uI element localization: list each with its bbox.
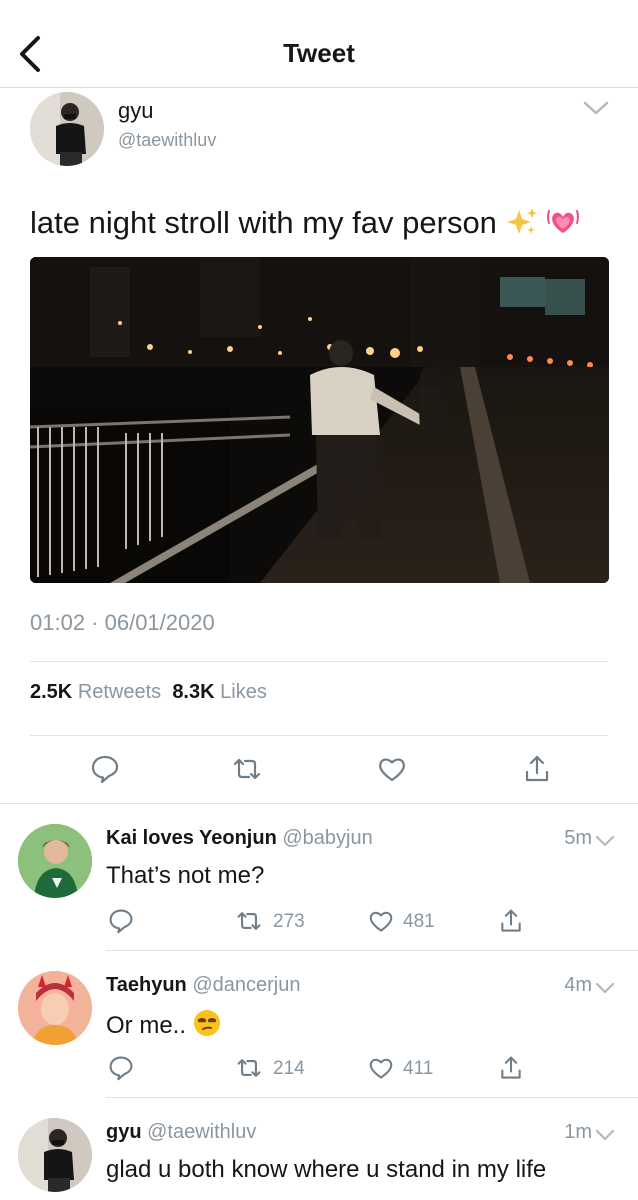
tweet-media-photo[interactable] — [30, 257, 609, 583]
reply-text: glad u both know where u stand in my lif… — [106, 1156, 547, 1183]
divider — [30, 661, 608, 662]
like-icon[interactable] — [368, 1055, 394, 1081]
reply-author-handle[interactable]: @babyjun — [282, 827, 372, 849]
likes-label[interactable]: Likes — [220, 681, 267, 703]
retweet-count: 273 — [273, 911, 305, 932]
retweet-icon[interactable] — [236, 908, 262, 934]
chevron-down-icon[interactable] — [594, 833, 616, 849]
tweet-timestamp: 01:02 · 06/01/2020 — [30, 610, 215, 635]
reply-icon[interactable] — [90, 754, 120, 784]
chevron-down-icon[interactable] — [594, 1127, 616, 1143]
likes-count[interactable]: 8.3K — [172, 681, 214, 703]
avatar[interactable] — [18, 971, 92, 1045]
avatar[interactable] — [18, 1118, 92, 1192]
reply-timestamp: 5m — [564, 827, 592, 849]
like-count: 481 — [403, 911, 435, 932]
page-title: Tweet — [283, 38, 355, 68]
chevron-down-icon[interactable] — [582, 98, 610, 118]
tweet-action-bar — [0, 750, 638, 790]
reply-author[interactable]: Kai loves Yeonjun @babyjun — [106, 827, 373, 850]
reply-icon[interactable] — [108, 908, 134, 934]
share-icon[interactable] — [522, 754, 552, 784]
avatar[interactable] — [30, 92, 104, 166]
reply-author-name[interactable]: Kai loves Yeonjun — [106, 827, 277, 849]
reply-author-handle[interactable]: @taewithluv — [147, 1121, 256, 1143]
chevron-down-icon[interactable] — [594, 980, 616, 996]
reply-item[interactable]: Kai loves Yeonjun @babyjun 5m That’s not… — [0, 804, 638, 950]
sparkles-emoji — [506, 208, 537, 234]
reply-action-bar: 214 411 — [0, 1055, 638, 1087]
reply-action-bar: 273 481 — [0, 908, 638, 940]
retweet-icon[interactable] — [232, 754, 262, 784]
reply-author-name[interactable]: gyu — [106, 1121, 142, 1143]
tweet-text: late night stroll with my fav person — [30, 205, 580, 241]
retweets-label[interactable]: Retweets — [78, 681, 161, 703]
like-count: 411 — [403, 1058, 434, 1079]
reply-timestamp: 1m — [564, 1121, 592, 1143]
reply-item[interactable]: gyu @taewithluv 1m glad u both know wher… — [0, 1098, 638, 1200]
author-name[interactable]: gyu — [118, 98, 153, 124]
share-icon[interactable] — [498, 908, 524, 934]
reply-text: That’s not me? — [106, 862, 265, 889]
retweet-icon[interactable] — [236, 1055, 262, 1081]
tweet-author: gyu @taewithluv — [30, 92, 610, 166]
reply-item[interactable]: Taehyun @dancerjun 4m Or me.. 214 411 — [0, 951, 638, 1097]
share-icon[interactable] — [498, 1055, 524, 1081]
reply-author[interactable]: gyu @taewithluv — [106, 1121, 256, 1144]
avatar[interactable] — [18, 824, 92, 898]
reply-author-name[interactable]: Taehyun — [106, 974, 187, 996]
retweet-count: 214 — [273, 1058, 305, 1079]
retweet-count[interactable]: 2.5K — [30, 681, 72, 703]
top-bar: Tweet — [0, 0, 638, 88]
reply-body: Or me.. — [106, 1012, 187, 1039]
divider — [30, 735, 608, 736]
author-handle[interactable]: @taewithluv — [118, 130, 216, 151]
tweet-body: late night stroll with my fav person — [30, 205, 497, 240]
reply-timestamp: 4m — [564, 974, 592, 996]
unamused-face-emoji — [193, 1010, 220, 1036]
reply-author-handle[interactable]: @dancerjun — [192, 974, 300, 996]
like-icon[interactable] — [368, 908, 394, 934]
growing-heart-emoji — [547, 210, 580, 233]
reply-author[interactable]: Taehyun @dancerjun — [106, 974, 300, 997]
like-icon[interactable] — [377, 754, 407, 784]
tweet-stats: 2.5K Retweets 8.3K Likes — [30, 681, 267, 704]
reply-icon[interactable] — [108, 1055, 134, 1081]
reply-text: Or me.. — [106, 1009, 221, 1040]
